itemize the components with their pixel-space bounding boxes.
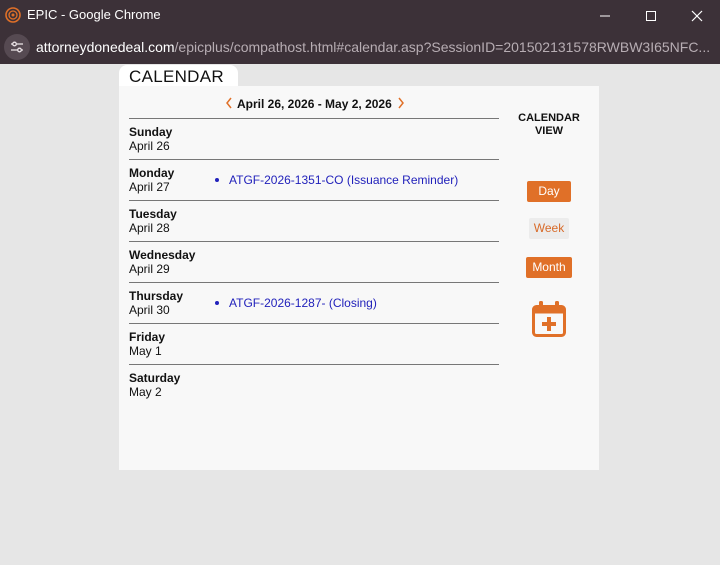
day-date: May 1 xyxy=(129,344,162,358)
maximize-button[interactable] xyxy=(628,0,674,31)
day-name: Saturday xyxy=(129,371,181,385)
url-path: /epicplus/compathost.html#calendar.asp?S… xyxy=(174,39,711,55)
minimize-icon xyxy=(600,15,610,16)
month-view-button[interactable]: Month xyxy=(526,257,572,278)
minimize-button[interactable] xyxy=(582,0,628,31)
calendar-view-title-line2: VIEW xyxy=(534,125,564,137)
window-titlebar: EPIC - Google Chrome xyxy=(0,0,720,31)
event-link[interactable]: ATGF-2026-1287- (Closing) xyxy=(215,296,377,310)
epic-logo-icon xyxy=(5,7,21,23)
calendar-view-title: CALENDAR VIEW xyxy=(509,112,589,138)
day-row-thursday: Thursday April 30 ATGF-2026-1287- (Closi… xyxy=(129,282,499,323)
day-date: April 26 xyxy=(129,139,170,153)
week-day-list: Sunday April 26 Monday April 27 ATGF-202… xyxy=(129,118,499,405)
close-icon xyxy=(691,10,703,21)
week-range-nav: April 26, 2026 - May 2, 2026 xyxy=(219,96,409,112)
day-row-sunday: Sunday April 26 xyxy=(129,118,499,159)
maximize-icon xyxy=(646,10,656,21)
calendar-panel: April 26, 2026 - May 2, 2026 Sunday Apri… xyxy=(119,86,599,470)
calendar-tab-label: CALENDAR xyxy=(129,67,224,86)
day-name: Thursday xyxy=(129,289,184,303)
chevron-right-icon[interactable] xyxy=(397,97,405,109)
event-label[interactable]: ATGF-2026-1287- (Closing) xyxy=(229,296,377,310)
day-name: Sunday xyxy=(129,125,173,139)
day-date: April 27 xyxy=(129,180,170,194)
add-event-calendar-icon[interactable] xyxy=(531,300,567,338)
week-range-label: April 26, 2026 - May 2, 2026 xyxy=(237,97,392,111)
site-settings-icon xyxy=(11,41,23,53)
bullet-icon xyxy=(215,177,219,182)
day-date: April 29 xyxy=(129,262,170,276)
day-date: May 2 xyxy=(129,385,162,399)
url-host: attorneydonedeal.com xyxy=(36,39,175,55)
day-row-friday: Friday May 1 xyxy=(129,323,499,364)
address-bar: attorneydonedeal.com/epicplus/compathost… xyxy=(0,31,720,64)
day-name: Wednesday xyxy=(129,248,196,262)
day-name: Monday xyxy=(129,166,175,180)
close-button[interactable] xyxy=(674,0,720,31)
day-row-tuesday: Tuesday April 28 xyxy=(129,200,499,241)
day-name: Tuesday xyxy=(129,207,177,221)
day-row-monday: Monday April 27 ATGF-2026-1351-CO (Issua… xyxy=(129,159,499,200)
site-settings-button[interactable] xyxy=(4,34,30,60)
url-text[interactable]: attorneydonedeal.com/epicplus/compathost… xyxy=(36,39,716,56)
calendar-view-title-line1: CALENDAR xyxy=(518,112,580,124)
event-label[interactable]: ATGF-2026-1351-CO (Issuance Reminder) xyxy=(229,173,458,187)
week-view-button[interactable]: Week xyxy=(529,218,569,239)
chevron-left-icon[interactable] xyxy=(225,97,233,109)
window-title: EPIC - Google Chrome xyxy=(27,7,161,22)
day-row-saturday: Saturday May 2 xyxy=(129,364,499,405)
day-date: April 28 xyxy=(129,221,170,235)
day-view-button[interactable]: Day xyxy=(527,181,571,202)
bullet-icon xyxy=(215,300,219,305)
event-link[interactable]: ATGF-2026-1351-CO (Issuance Reminder) xyxy=(215,173,458,187)
day-row-wednesday: Wednesday April 29 xyxy=(129,241,499,282)
day-name: Friday xyxy=(129,330,166,344)
day-date: April 30 xyxy=(129,303,170,317)
